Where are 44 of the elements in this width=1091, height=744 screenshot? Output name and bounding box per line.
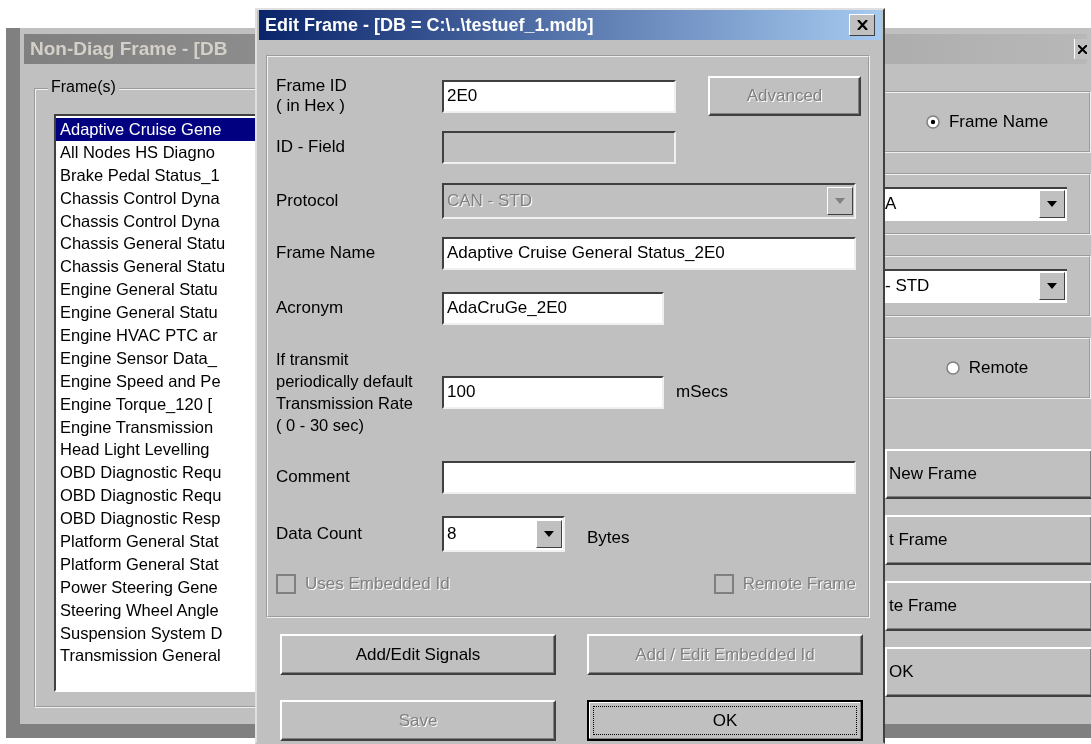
radio-icon: [945, 361, 960, 375]
group-label: Frame(s): [48, 78, 119, 96]
dropdown-button[interactable]: [536, 520, 562, 548]
button[interactable]: New Frame: [885, 449, 1091, 499]
close-button[interactable]: [849, 14, 875, 36]
field-label: Data Count: [276, 523, 363, 545]
field-label: Comment: [276, 466, 351, 488]
input-field[interactable]: 2E0: [442, 79, 676, 113]
field-label: Acronym: [276, 297, 345, 319]
caret-icon: [1047, 201, 1057, 207]
caret-icon: [1047, 283, 1057, 289]
unit-label: Bytes: [587, 528, 630, 548]
window-title: Non-Diag Frame - [DB: [30, 38, 228, 60]
input-field[interactable]: 100: [442, 375, 664, 409]
radio-button[interactable]: Remote: [945, 358, 1029, 378]
close-icon: [1078, 44, 1087, 54]
button[interactable]: OK: [587, 700, 863, 741]
dropdown-button[interactable]: [1039, 272, 1065, 300]
input-field[interactable]: [442, 460, 856, 494]
close-icon: [856, 20, 868, 30]
button[interactable]: t Frame: [885, 515, 1091, 565]
input-field[interactable]: AdaCruGe_2E0: [442, 291, 664, 325]
field-label: Protocol: [276, 190, 340, 212]
radio-button[interactable]: Frame Name: [925, 112, 1049, 132]
checkbox-icon: [276, 574, 296, 594]
button[interactable]: te Frame: [885, 581, 1091, 631]
field-label: Frame ID ( in Hex ): [276, 75, 348, 117]
field-label: ID - Field: [276, 136, 346, 158]
input-field[interactable]: Adaptive Cruise General Status_2E0: [442, 236, 856, 270]
field-label: Frame Name: [276, 242, 377, 264]
dropdown-button[interactable]: [1039, 190, 1065, 218]
caret-icon: [835, 198, 845, 204]
checkbox-icon: [713, 574, 734, 594]
radio-icon: [925, 115, 940, 129]
close-button[interactable]: [1074, 39, 1087, 59]
dropdown[interactable]: - STD: [885, 269, 1067, 303]
unit-label: mSecs: [676, 382, 728, 402]
button[interactable]: OK: [885, 647, 1091, 697]
dialog-title: Edit Frame - [DB = C:\..\testuef_1.mdb]: [265, 14, 594, 36]
caret-icon: [544, 531, 554, 537]
dropdown[interactable]: A: [885, 187, 1067, 221]
button[interactable]: Add/Edit Signals: [280, 634, 556, 675]
data-count-dropdown[interactable]: 8: [442, 516, 565, 552]
field-label: If transmit periodically default Transmission Rate ( 0 - 30 sec): [276, 349, 414, 436]
